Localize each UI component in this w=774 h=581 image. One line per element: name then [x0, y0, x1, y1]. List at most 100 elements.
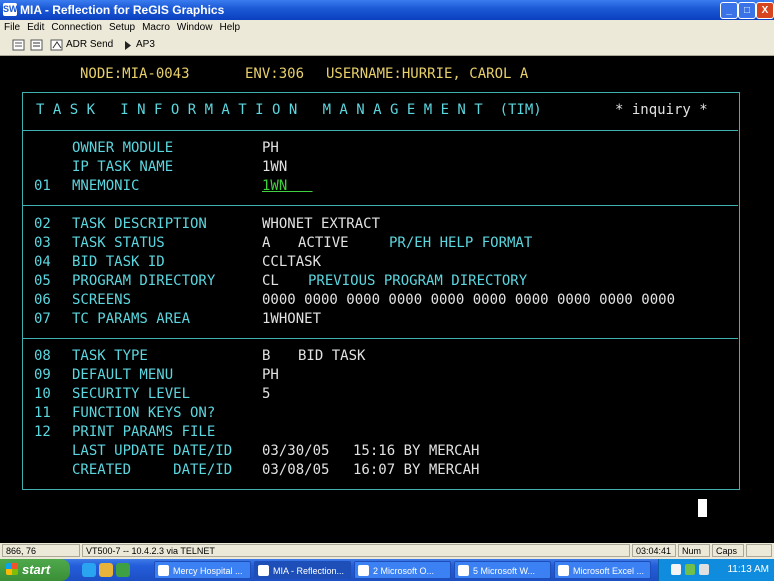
word-icon — [458, 565, 469, 576]
divider — [23, 130, 738, 131]
status-bar: 866, 76 VT500-7 -- 10.4.2.3 via TELNET 0… — [0, 543, 774, 559]
maximize-button[interactable]: □ — [738, 2, 756, 19]
divider — [23, 338, 738, 339]
field-label-task-status: TASK STATUS — [72, 235, 165, 251]
outlook-quicklaunch-icon[interactable] — [99, 563, 113, 577]
taskbar-item-microsoft-word[interactable]: 5 Microsoft W... — [454, 561, 551, 579]
browser-icon — [158, 565, 169, 576]
taskbar-item-mercy-hospital[interactable]: Mercy Hospital ... — [154, 561, 251, 579]
menu-window[interactable]: Window — [174, 20, 216, 35]
field-label-screens: SCREENS — [72, 292, 132, 308]
field-number: 09 — [34, 367, 51, 383]
menu-macro[interactable]: Macro — [139, 20, 173, 35]
field-label-default-menu: DEFAULT MENU — [72, 367, 174, 383]
field-label-bid-task-id: BID TASK ID — [72, 254, 165, 270]
taskbar-item-microsoft-office[interactable]: 2 Microsoft O... — [354, 561, 451, 579]
clock: 11:13 AM — [727, 564, 769, 575]
windows-logo-icon — [6, 563, 18, 575]
menu-bar: File Edit Connection Setup Macro Window Help — [0, 20, 774, 35]
status-blank — [746, 544, 772, 557]
field-number: 06 — [34, 292, 51, 308]
field-number: 02 — [34, 216, 51, 232]
menu-edit[interactable]: Edit — [24, 20, 47, 35]
field-value-created-by: 16:07 BY MERCAH — [353, 462, 480, 478]
task-type-description: BID TASK — [298, 348, 366, 364]
field-value-last-update-date: 03/30/05 — [262, 443, 330, 459]
field-value-program-directory: CL — [262, 273, 279, 289]
field-number: 10 — [34, 386, 51, 402]
terminal-icon — [258, 565, 269, 576]
field-number: 07 — [34, 311, 51, 327]
field-value-created-date: 03/08/05 — [262, 462, 330, 478]
field-value-task-description: WHONET EXTRACT — [262, 216, 381, 232]
tray-icon[interactable] — [671, 564, 681, 575]
play-icon — [125, 41, 131, 50]
field-label-created: CREATED DATE/ID — [72, 462, 233, 478]
close-button[interactable]: X — [756, 2, 774, 19]
username-label: USERNAME:HURRIE, CAROL A — [326, 66, 529, 82]
start-button[interactable]: start — [0, 559, 70, 581]
terminal-screen[interactable]: NODE:MIA-0043 ENV:306 USERNAME:HURRIE, C… — [0, 56, 774, 543]
env-label: ENV:306 — [245, 66, 305, 82]
start-label: start — [22, 562, 51, 577]
field-value-bid-task-id: CCLTASK — [262, 254, 322, 270]
app-icon: SW — [3, 3, 18, 16]
field-label-task-type: TASK TYPE — [72, 348, 148, 364]
menu-connection[interactable]: Connection — [48, 20, 105, 35]
field-value-screens: 0000 0000 0000 0000 0000 0000 0000 0000 … — [262, 292, 676, 308]
field-value-default-menu: PH — [262, 367, 279, 383]
ie-quicklaunch-icon[interactable] — [82, 563, 96, 577]
field-value-task-type: B — [262, 348, 271, 364]
previous-program-directory-label: PREVIOUS PROGRAM DIRECTORY — [308, 273, 528, 289]
minimize-button[interactable]: _ — [720, 2, 738, 19]
field-label-owner-module: OWNER MODULE — [72, 140, 174, 156]
field-number: 11 — [34, 405, 51, 421]
volume-icon[interactable] — [699, 564, 709, 575]
node-label: NODE:MIA-0043 — [80, 66, 190, 82]
task-status-description: ACTIVE — [298, 235, 349, 251]
menu-setup[interactable]: Setup — [106, 20, 138, 35]
field-label-last-update: LAST UPDATE DATE/ID — [72, 443, 233, 459]
help-format-label: PR/EH HELP FORMAT — [389, 235, 533, 251]
form-title: T A S K I N F O R M A T I O N M A N A G … — [36, 102, 542, 118]
window-title: MIA - Reflection for ReGIS Graphics — [20, 3, 225, 17]
connection-status: VT500-7 -- 10.4.2.3 via TELNET — [82, 544, 630, 557]
title-bar: SW MIA - Reflection for ReGIS Graphics _… — [0, 0, 774, 20]
session-timer: 03:04:41 — [632, 544, 676, 557]
toolbar-send-icon[interactable] — [12, 38, 26, 52]
taskbar-item-mia-reflection[interactable]: MIA - Reflection... — [254, 561, 351, 579]
field-value-task-status: A — [262, 235, 271, 251]
adr-send-button[interactable]: ADR Send — [66, 38, 113, 52]
office-icon — [358, 565, 369, 576]
field-value-owner-module: PH — [262, 140, 279, 156]
num-lock-indicator: Num — [678, 544, 710, 557]
field-value-ip-task-name: 1WN — [262, 159, 288, 175]
field-number: 08 — [34, 348, 51, 364]
field-label-security-level: SECURITY LEVEL — [72, 386, 191, 402]
taskbar: start Mercy Hospital ... MIA - Reflectio… — [0, 559, 774, 581]
field-label-ip-task-name: IP TASK NAME — [72, 159, 174, 175]
excel-icon — [558, 565, 569, 576]
adr-send-icon — [50, 39, 63, 51]
toolbar: ADR Send AP3 — [0, 35, 774, 56]
caps-lock-indicator: Caps — [712, 544, 744, 557]
field-label-program-directory: PROGRAM DIRECTORY — [72, 273, 216, 289]
menu-help[interactable]: Help — [216, 20, 243, 35]
field-label-print-params-file: PRINT PARAMS FILE — [72, 424, 216, 440]
field-number: 12 — [34, 424, 51, 440]
ap3-button[interactable]: AP3 — [136, 38, 155, 52]
mnemonic-input[interactable]: 1WN — [262, 178, 313, 194]
desktop-quicklaunch-icon[interactable] — [116, 563, 130, 577]
taskbar-item-microsoft-excel[interactable]: Microsoft Excel ... — [554, 561, 651, 579]
field-number: 05 — [34, 273, 51, 289]
divider — [23, 205, 738, 206]
field-value-last-update-by: 15:16 BY MERCAH — [353, 443, 480, 459]
tray-icon[interactable] — [685, 564, 695, 575]
field-label-tc-params-area: TC PARAMS AREA — [72, 311, 191, 327]
menu-file[interactable]: File — [1, 20, 23, 35]
mode-label: * inquiry * — [615, 102, 708, 118]
toolbar-receive-icon[interactable] — [30, 38, 44, 52]
field-value-security-level: 5 — [262, 386, 271, 402]
cursor-position: 866, 76 — [2, 544, 80, 557]
field-number: 04 — [34, 254, 51, 270]
